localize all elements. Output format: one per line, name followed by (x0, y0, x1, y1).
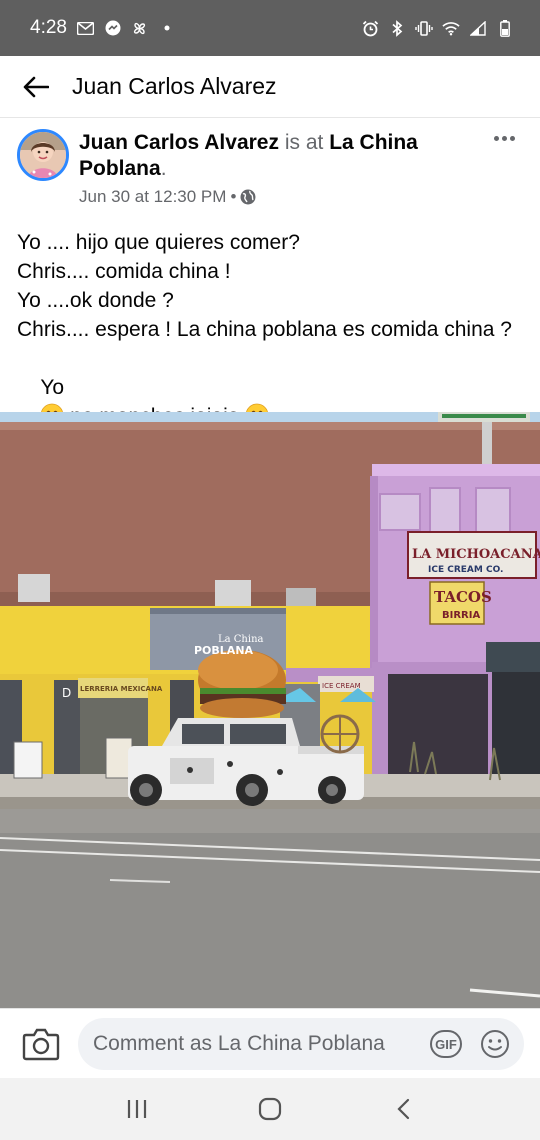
photo-sign-d: D (62, 686, 71, 700)
more-dots-icon (493, 135, 499, 141)
post-line: Yo .... hijo que quieres comer? (17, 231, 300, 254)
author-name[interactable]: Juan Carlos Alvarez (79, 131, 279, 154)
place-suffix: . (160, 157, 167, 180)
dot-icon (158, 19, 176, 37)
post-header: Juan Carlos Alvarez is at La China Pobla… (0, 124, 540, 216)
post-line: Yo ....ok donde ? (17, 289, 174, 312)
app-header: Juan Carlos Alvarez (0, 56, 540, 118)
status-time: 4:28 (30, 17, 67, 38)
wifi-icon (442, 19, 460, 37)
meta-separator: • (230, 187, 237, 206)
system-nav-bar (0, 1078, 540, 1140)
home-icon (258, 1097, 282, 1121)
photo-sign-ice: ICE CREAM (322, 682, 361, 690)
street-scene-photo: La China POBLANA LA MICHOACANA ICE CREAM… (0, 412, 540, 1008)
author-line: Juan Carlos Alvarez is at La China Pobla… (79, 130, 459, 182)
post-line-prefix: Yo (40, 376, 65, 399)
photo-sign-left-2: POBLANA (194, 644, 254, 657)
photo-sign-tacos: TACOS (434, 588, 492, 606)
messenger-icon (104, 19, 122, 37)
smiley-icon (481, 1030, 509, 1058)
status-right-icons (361, 19, 514, 37)
back-button[interactable] (0, 56, 72, 118)
post-timestamp[interactable]: Jun 30 at 12:30 PM (79, 187, 226, 207)
header-title: Juan Carlos Alvarez (72, 73, 277, 99)
status-bar: 4:28 (0, 0, 540, 56)
bluetooth-icon (388, 19, 406, 37)
arrow-left-icon (23, 76, 49, 97)
author-connector: is at (284, 131, 324, 154)
comment-bar: Comment as La China Poblana GIF (0, 1008, 540, 1078)
recents-button[interactable] (107, 1084, 167, 1134)
photo-sign-store: LERRERIA MEXICANA (80, 685, 163, 693)
photo-sign-birria: BIRRIA (442, 610, 480, 621)
comment-placeholder: Comment as La China Poblana (93, 1032, 385, 1055)
camera-icon (22, 1028, 60, 1061)
camera-button[interactable] (22, 1026, 60, 1062)
globe-icon (240, 189, 256, 205)
battery-icon (496, 19, 514, 37)
gif-button[interactable]: GIF (430, 1030, 462, 1058)
home-button[interactable] (240, 1084, 300, 1134)
alarm-icon (361, 19, 379, 37)
post-meta: Jun 30 at 12:30 PM • (79, 187, 256, 207)
emoji-button[interactable] (480, 1029, 510, 1059)
comment-input[interactable]: Comment as La China Poblana GIF (78, 1018, 524, 1070)
recents-icon (127, 1100, 146, 1118)
signal-icon (469, 19, 487, 37)
back-nav-button[interactable] (373, 1084, 433, 1134)
post-line: Chris.... espera ! La china poblana es c… (17, 318, 512, 341)
status-left-icons (77, 19, 176, 37)
pinwheel-icon (131, 19, 149, 37)
gmail-icon (77, 19, 95, 37)
avatar[interactable] (17, 129, 69, 181)
post-line: Chris.... comida china ! (17, 260, 231, 283)
post-photo[interactable]: La China POBLANA LA MICHOACANA ICE CREAM… (0, 412, 540, 1008)
vibrate-icon (415, 19, 433, 37)
more-options-button[interactable] (490, 128, 518, 148)
back-icon (397, 1098, 410, 1120)
photo-sign-michoacana: LA MICHOACANA (412, 547, 540, 562)
photo-sign-icecream: ICE CREAM CO. (428, 565, 503, 575)
